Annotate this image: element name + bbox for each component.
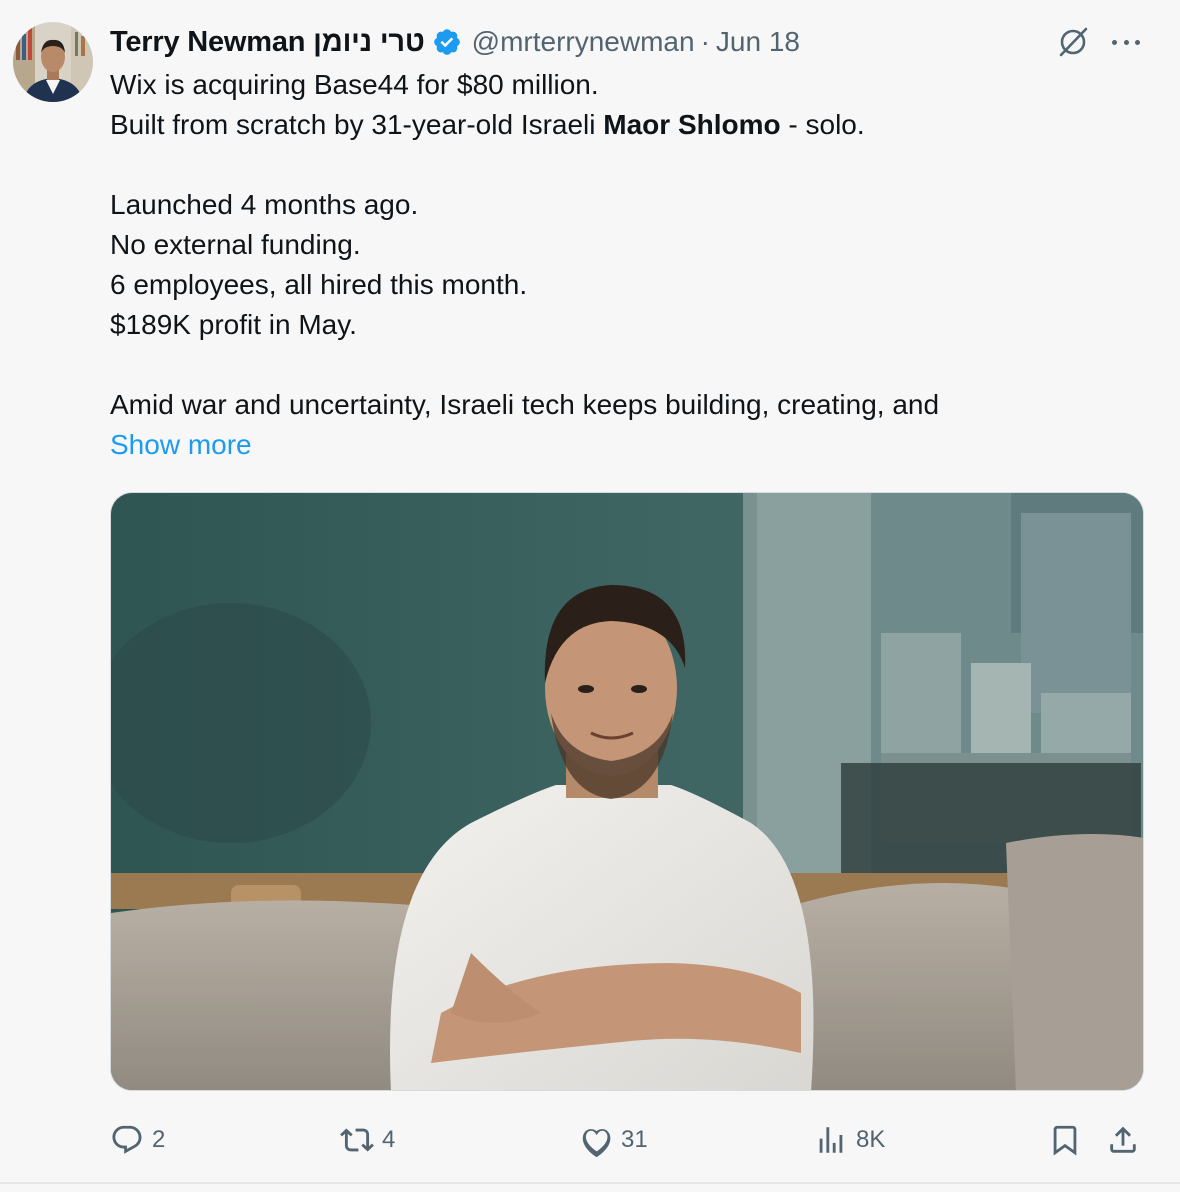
verified-badge-icon[interactable] (432, 27, 462, 57)
tweet-line: Launched 4 months ago. (110, 189, 419, 220)
tweet-header: Terry Newman טרי ניומן @mrterrynewman · … (110, 23, 800, 61)
show-more-link[interactable]: Show more (110, 425, 252, 465)
tweet-text: Wix is acquiring Base44 for $80 million.… (110, 65, 1140, 425)
repost-icon (340, 1128, 374, 1152)
share-button[interactable] (1106, 1120, 1140, 1160)
repost-count: 4 (382, 1126, 396, 1153)
more-dot (1123, 39, 1129, 45)
more-icon[interactable] (1110, 28, 1142, 56)
views-count: 8K (856, 1126, 886, 1153)
repost-button[interactable]: 4 (340, 1120, 395, 1160)
grok-icon[interactable] (1056, 25, 1090, 59)
more-dot (1135, 39, 1140, 45)
mention-name: Maor Shlomo (603, 109, 781, 140)
tweet-line: $189K profit in May. (110, 309, 357, 340)
reply-icon (112, 1125, 142, 1154)
author-handle[interactable]: @mrterrynewman (472, 26, 695, 58)
author-avatar[interactable] (13, 22, 93, 102)
views-button[interactable]: 8K (814, 1120, 885, 1160)
more-dot (1112, 39, 1117, 45)
like-count: 31 (621, 1126, 648, 1153)
tweet-photo[interactable] (110, 492, 1144, 1091)
views-chart-icon (819, 1127, 843, 1153)
heart-icon (582, 1129, 611, 1157)
bookmark-icon (1053, 1125, 1077, 1156)
tweet[interactable]: Terry Newman טרי ניומן @mrterrynewman · … (0, 0, 1180, 1192)
tweet-divider (0, 1182, 1180, 1184)
reply-button[interactable]: 2 (110, 1120, 165, 1160)
tweet-date[interactable]: Jun 18 (716, 26, 800, 58)
action-bar: 2 4 31 8K (0, 1120, 1180, 1160)
bookmark-button[interactable] (1048, 1120, 1082, 1160)
share-icon (1110, 1126, 1136, 1153)
like-button[interactable]: 31 (579, 1120, 648, 1160)
tweet-line: 6 employees, all hired this month. (110, 269, 528, 300)
author-name[interactable]: Terry Newman טרי ניומן (110, 26, 425, 59)
tweet-line: Wix is acquiring Base44 for $80 million. (110, 69, 599, 100)
tweet-line: Amid war and uncertainty, Israeli tech k… (110, 389, 940, 420)
tweet-line: Built from scratch by 31-year-old Israel… (110, 109, 865, 140)
tweet-line: No external funding. (110, 229, 361, 260)
header-separator: · (700, 26, 710, 57)
reply-count: 2 (152, 1126, 166, 1153)
